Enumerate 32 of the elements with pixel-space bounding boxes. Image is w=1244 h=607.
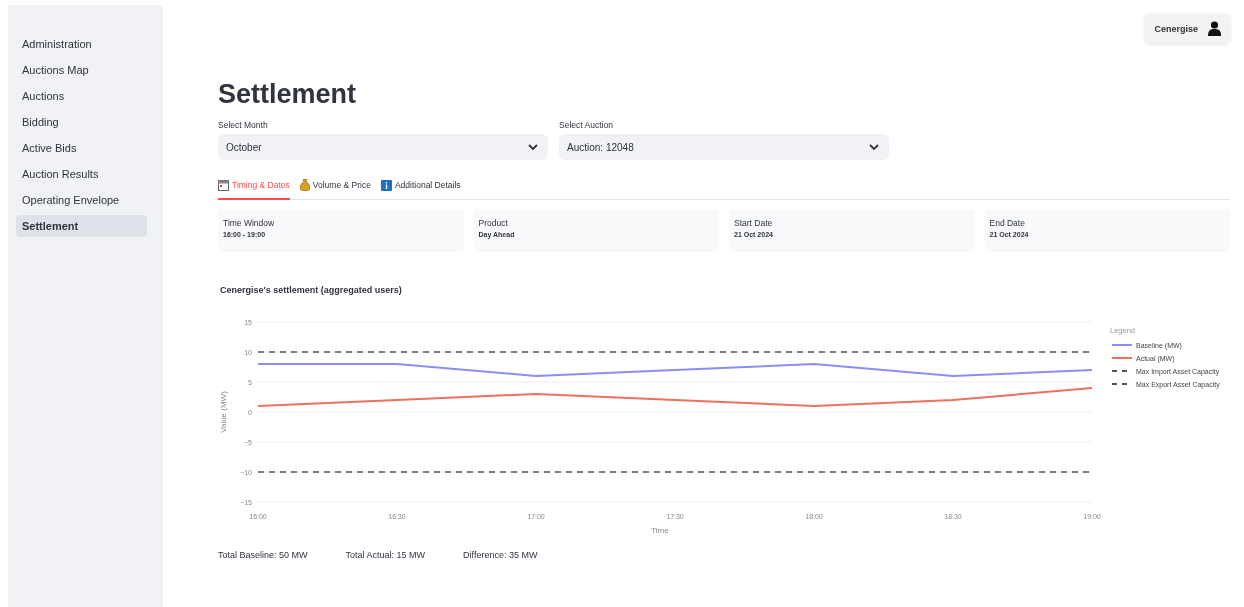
metric-label: Product — [478, 218, 509, 228]
sidebar-item[interactable]: Auctions Map — [16, 59, 147, 81]
money-bag-icon — [299, 179, 310, 191]
select-label: Select Month — [218, 120, 269, 130]
select-label: Select Auction — [559, 120, 614, 130]
page-title: Settlement — [218, 79, 358, 110]
user-icon — [1208, 21, 1221, 36]
total-text: Difference: 35 MW — [463, 550, 538, 560]
select-dropdown[interactable]: October — [218, 134, 548, 160]
info-icon — [380, 179, 392, 191]
sidebar-item[interactable]: Administration — [16, 33, 147, 55]
calendar-icon — [218, 179, 229, 191]
metric-label: Time Window — [223, 218, 276, 228]
sidebar-item[interactable]: Bidding — [16, 111, 147, 133]
total-text: Total Actual: 15 MW — [345, 550, 426, 560]
user-button[interactable]: Cenergise — [1145, 14, 1230, 43]
y-axis-title: Value (MW) — [219, 391, 228, 433]
chart-title: Cenergise's settlement (aggregated users) — [220, 285, 403, 295]
metric-label: Start Date — [734, 218, 774, 228]
total-text: Total Baseline: 50 MW — [218, 550, 308, 560]
tab[interactable]: Additional Details — [380, 177, 461, 200]
chevron-icon — [869, 143, 879, 151]
chevron-icon — [528, 143, 538, 151]
sidebar-item[interactable]: Settlement — [16, 215, 147, 237]
metric-label: End Date — [989, 218, 1026, 228]
x-axis-title: Time — [651, 526, 669, 535]
sidebar-item[interactable]: Auction Results — [16, 163, 147, 185]
tab[interactable]: Volume & Price — [299, 177, 371, 200]
sidebar-item[interactable]: Active Bids — [16, 137, 147, 159]
sidebar-item[interactable]: Operating Envelope — [16, 189, 147, 211]
sidebar-item[interactable]: Auctions — [16, 85, 147, 107]
select-dropdown[interactable]: Auction: 12048 — [559, 134, 889, 160]
